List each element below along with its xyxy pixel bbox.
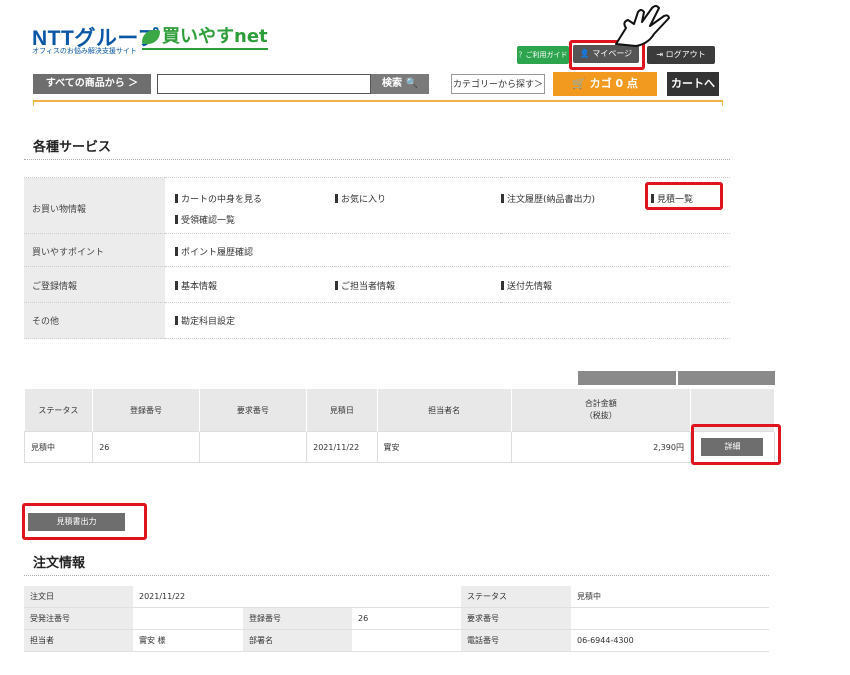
services-table: お買い物情報 カートの中身を見る 受領確認一覧 お気に入り 注文履歴(納品書出力… <box>24 177 730 339</box>
guide-button[interactable]: ？ご利用ガイド <box>517 46 569 64</box>
shipping-address-link[interactable]: 送付先情報 <box>501 281 552 292</box>
cart-count-button[interactable]: 🛒 カゴ 0 点 <box>553 72 657 96</box>
cell-reg-no: 26 <box>92 431 200 463</box>
all-products-button[interactable]: すべての商品から ＞ <box>33 74 151 94</box>
row-label: 買いやすポイント <box>32 248 105 258</box>
logout-icon: ⇥ <box>656 50 664 59</box>
point-history-link[interactable]: ポイント履歴確認 <box>175 247 253 258</box>
col-reg-no: 登録番号 <box>92 389 200 432</box>
export-highlight <box>22 503 147 540</box>
order-key: 要求番号 <box>461 607 571 630</box>
cart-icon: 🛒 <box>572 77 586 90</box>
order-value: 見積中 <box>571 586 769 608</box>
section-divider <box>24 575 769 576</box>
pointing-hand-icon <box>615 5 670 47</box>
divider-tick <box>33 100 34 106</box>
go-to-cart-button[interactable]: カートへ <box>667 72 719 96</box>
col-date: 見積日 <box>306 389 378 432</box>
order-value <box>352 586 461 608</box>
order-key: 受発注番号 <box>24 607 133 630</box>
order-history-link[interactable]: 注文履歴(納品書出力) <box>501 192 651 205</box>
row-label: その他 <box>32 317 60 327</box>
order-value: 26 <box>352 607 461 630</box>
header-divider <box>33 100 723 102</box>
category-search-button[interactable]: カテゴリーから探す＞ <box>451 74 545 94</box>
detail-highlight <box>691 424 781 465</box>
quotes-table: ステータス 登録番号 要求番号 見積日 担当者名 合計金額 （税抜） 見積中 26… <box>23 389 776 463</box>
order-key: 注文日 <box>24 586 133 608</box>
receipt-list-link[interactable]: 受領確認一覧 <box>175 213 335 226</box>
row-label: お買い物情報 <box>32 205 87 215</box>
order-value <box>133 607 243 630</box>
order-key: ステータス <box>461 586 571 608</box>
cell-person: 實安 <box>376 431 512 463</box>
order-key <box>243 586 352 608</box>
col-person: 担当者名 <box>377 389 512 432</box>
tab-stub <box>578 371 676 385</box>
divider-tick <box>722 100 723 106</box>
table-row: 見積中 26 2021/11/22 實安 2,390円 詳細 <box>23 431 776 463</box>
col-req-no: 要求番号 <box>199 389 308 432</box>
col-status: ステータス <box>24 389 94 432</box>
order-key: 部署名 <box>243 629 352 652</box>
cart-contents-link[interactable]: カートの中身を見る <box>175 192 335 205</box>
order-value <box>352 629 461 652</box>
logo-tagline: オフィスのお悩み解決支援サイト <box>32 47 137 55</box>
row-label: ご登録情報 <box>32 282 78 292</box>
tab-stub <box>678 371 775 385</box>
col-total: 合計金額 （税抜） <box>511 389 691 432</box>
cell-total: 2,390円 <box>510 431 691 463</box>
contact-person-link[interactable]: ご担当者情報 <box>335 281 395 292</box>
order-value <box>571 607 769 630</box>
order-key: 電話番号 <box>461 629 571 652</box>
basic-info-link[interactable]: 基本情報 <box>175 281 217 292</box>
services-title: 各種サービス <box>33 140 112 155</box>
cell-status: 見積中 <box>23 431 94 463</box>
order-key: 担当者 <box>24 629 133 652</box>
order-value: 2021/11/22 <box>133 586 243 608</box>
section-divider <box>24 159 730 160</box>
search-input[interactable] <box>157 74 371 94</box>
account-settings-link[interactable]: 勘定科目設定 <box>175 316 235 327</box>
order-value: 實安 様 <box>133 629 243 652</box>
order-key: 登録番号 <box>243 607 352 630</box>
quote-list-highlight <box>645 182 723 210</box>
order-info-table: 注文日 2021/11/22 ステータス 見積中 受発注番号 登録番号 26 要… <box>24 586 769 652</box>
cell-date: 2021/11/22 <box>306 431 378 463</box>
favorites-link[interactable]: お気に入り <box>335 192 501 205</box>
order-value: 06-6944-4300 <box>571 629 769 652</box>
search-button[interactable]: 検索 🔍 <box>371 74 429 94</box>
kaiyasu-logo[interactable]: 買いやすnet <box>142 22 268 50</box>
cell-req-no <box>198 431 308 463</box>
order-info-title: 注文情報 <box>33 556 86 571</box>
